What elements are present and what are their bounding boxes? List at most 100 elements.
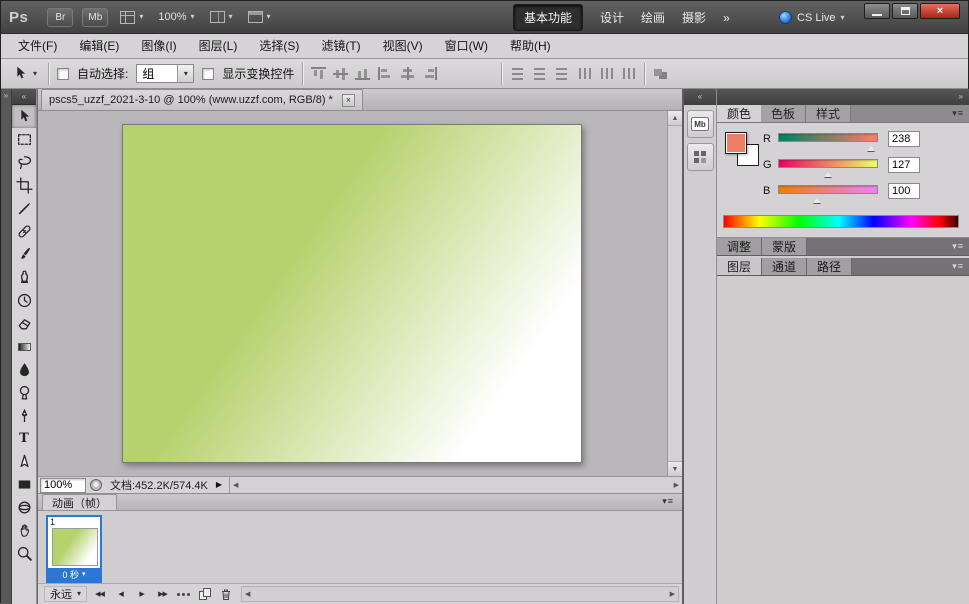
tab-styles[interactable]: 样式 [806, 105, 851, 122]
zoom-tool[interactable] [12, 542, 36, 565]
play-button[interactable]: ▶ [133, 587, 150, 602]
frame-delay-dropdown[interactable]: 0 秒 ▾ [48, 568, 100, 581]
menu-select[interactable]: 选择(S) [248, 34, 310, 59]
menu-image[interactable]: 图像(I) [130, 34, 187, 59]
duplicate-frame-button[interactable] [196, 587, 213, 602]
auto-select-checkbox[interactable] [57, 68, 69, 80]
3d-rotate-tool[interactable] [12, 496, 36, 519]
move-tool[interactable] [12, 105, 36, 128]
align-top-edges-icon[interactable] [311, 67, 326, 80]
eyedropper-tool[interactable] [12, 197, 36, 220]
screen-mode-dropdown[interactable]: ▾ [245, 11, 274, 23]
horizontal-scrollbar[interactable]: ◀ ▶ [229, 477, 682, 494]
scroll-up-icon[interactable]: ▲ [668, 111, 682, 126]
blue-slider[interactable] [778, 182, 878, 200]
frames-scrollbar[interactable]: ◀ ▶ [241, 586, 679, 602]
vertical-scrollbar[interactable]: ▲ ▼ [667, 111, 682, 476]
lasso-tool[interactable] [12, 151, 36, 174]
minimize-button[interactable] [864, 3, 890, 19]
blue-value-field[interactable] [888, 183, 920, 199]
dodge-tool[interactable] [12, 381, 36, 404]
distribute-right-edges-icon[interactable] [621, 67, 636, 80]
frame-thumbnail[interactable] [52, 528, 98, 566]
workspace-photography-button[interactable]: 摄影 [682, 9, 706, 26]
panel-dock-header[interactable]: » [717, 89, 969, 105]
gradient-tool[interactable] [12, 335, 36, 358]
canvas-area[interactable]: ▲ ▼ [38, 111, 682, 476]
brush-tool[interactable] [12, 243, 36, 266]
scroll-right-icon[interactable]: ▶ [670, 590, 675, 598]
collapsed-dock-header[interactable]: « [684, 89, 716, 105]
tab-color[interactable]: 颜色 [717, 105, 761, 122]
canvas-image[interactable] [122, 124, 582, 463]
scroll-right-icon[interactable]: ▶ [674, 481, 679, 489]
align-horizontal-centers-icon[interactable] [400, 67, 415, 80]
zoom-percent-field[interactable] [40, 478, 86, 493]
distribute-horizontal-centers-icon[interactable] [599, 67, 614, 80]
tab-channels[interactable]: 通道 [762, 258, 807, 275]
clone-stamp-tool[interactable] [12, 266, 36, 289]
menu-file[interactable]: 文件(F) [7, 34, 68, 59]
hand-tool[interactable] [12, 519, 36, 542]
auto-select-target-dropdown[interactable]: 组 ▾ [136, 64, 194, 83]
workspace-painting-button[interactable]: 绘画 [641, 9, 665, 26]
animation-frames-tab[interactable]: 动画（帧） [42, 494, 117, 510]
scroll-left-icon[interactable]: ◀ [245, 590, 250, 598]
green-slider[interactable] [778, 156, 878, 174]
workspace-essentials-button[interactable]: 基本功能 [513, 4, 583, 31]
scroll-down-icon[interactable]: ▼ [668, 461, 682, 476]
cs-live-dropdown[interactable]: CS Live ▾ [779, 1, 845, 34]
tools-panel-header[interactable]: « [12, 89, 36, 105]
left-dock-edge[interactable]: » [1, 89, 12, 604]
menu-layer[interactable]: 图层(L) [188, 34, 249, 59]
menu-edit[interactable]: 编辑(E) [68, 34, 130, 59]
launch-bridge-button[interactable]: Br [47, 8, 73, 27]
align-bottom-edges-icon[interactable] [355, 67, 370, 80]
red-slider-track[interactable] [778, 133, 878, 142]
loop-count-dropdown[interactable]: 永远 ▾ [44, 586, 87, 602]
scroll-left-icon[interactable]: ◀ [233, 481, 238, 489]
status-flyout-icon[interactable]: ▶ [216, 481, 222, 489]
dock-panel-button[interactable] [687, 143, 714, 171]
auto-align-layers-icon[interactable] [653, 67, 668, 80]
panel-menu-icon[interactable]: ▾≡ [662, 497, 674, 506]
red-slider[interactable] [778, 130, 878, 148]
restore-button[interactable] [892, 3, 918, 19]
crop-tool[interactable] [12, 174, 36, 197]
show-transform-controls-checkbox[interactable] [202, 68, 214, 80]
green-value-field[interactable] [888, 157, 920, 173]
blue-slider-thumb[interactable] [813, 194, 821, 203]
animation-frame-1[interactable]: 1 0 秒 ▾ [46, 515, 102, 583]
document-tab[interactable]: pscs5_uzzf_2021-3-10 @ 100% (www.uzzf.co… [41, 89, 363, 110]
distribute-vertical-centers-icon[interactable] [532, 67, 547, 80]
tween-frames-button[interactable] [175, 587, 192, 602]
red-value-field[interactable] [888, 131, 920, 147]
distribute-left-edges-icon[interactable] [577, 67, 592, 80]
delete-frame-button[interactable] [217, 587, 234, 602]
rectangle-tool[interactable] [12, 473, 36, 496]
pen-tool[interactable] [12, 404, 36, 427]
launch-mini-bridge-button[interactable]: Mb [82, 8, 108, 27]
tab-layers[interactable]: 图层 [717, 258, 762, 275]
previous-frame-button[interactable]: ◀ [112, 587, 129, 602]
close-button[interactable]: × [920, 3, 960, 19]
panel-menu-icon[interactable]: ▾≡ [952, 262, 964, 271]
spot-healing-brush-tool[interactable] [12, 220, 36, 243]
type-tool[interactable]: T [12, 427, 36, 450]
workspace-design-button[interactable]: 设计 [600, 9, 624, 26]
align-right-edges-icon[interactable] [422, 67, 437, 80]
align-left-edges-icon[interactable] [378, 67, 393, 80]
view-extras-dropdown[interactable]: ▾ [117, 11, 146, 24]
rectangular-marquee-tool[interactable] [12, 128, 36, 151]
distribute-bottom-edges-icon[interactable] [554, 67, 569, 80]
green-slider-thumb[interactable] [824, 168, 832, 177]
path-selection-tool[interactable] [12, 450, 36, 473]
arrange-documents-dropdown[interactable]: ▾ [207, 11, 236, 23]
blur-tool[interactable] [12, 358, 36, 381]
more-workspaces-button[interactable]: » [723, 11, 730, 25]
tab-swatches[interactable]: 色板 [761, 105, 806, 122]
menu-window[interactable]: 窗口(W) [434, 34, 499, 59]
color-spectrum-ramp[interactable] [723, 215, 959, 228]
tab-masks[interactable]: 蒙版 [762, 238, 807, 255]
blue-slider-track[interactable] [778, 185, 878, 194]
